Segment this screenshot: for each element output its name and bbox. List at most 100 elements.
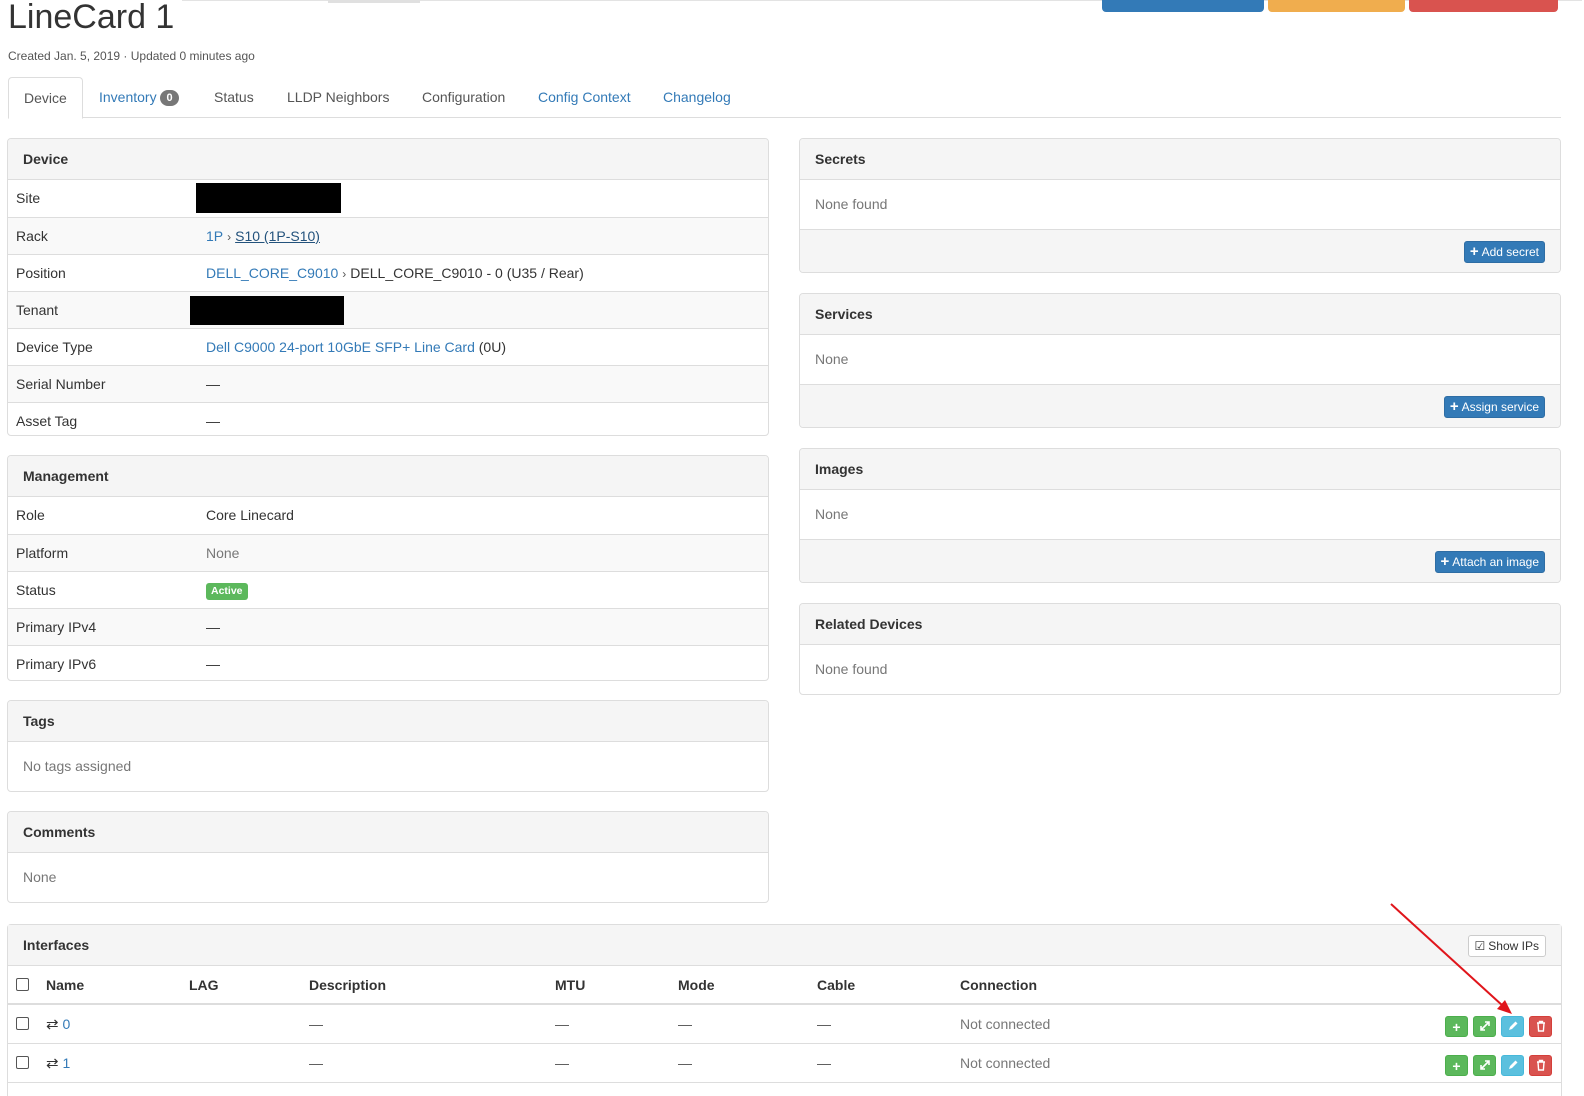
- tab-changelog[interactable]: Changelog: [648, 77, 746, 118]
- row-primary-ipv4: Primary IPv4 —: [8, 608, 768, 645]
- interface-link[interactable]: 0: [62, 1016, 70, 1032]
- tab-label: Inventory: [99, 89, 157, 105]
- tab-configuration[interactable]: Configuration: [407, 77, 520, 118]
- serial-label: Serial Number: [16, 376, 106, 392]
- column-header-name: Name: [46, 977, 85, 993]
- redacted-site: [196, 183, 341, 213]
- primary-ipv6-label: Primary IPv6: [16, 656, 97, 672]
- asset-tag-label: Asset Tag: [16, 413, 78, 429]
- panel-footer: + Add secret: [800, 229, 1560, 272]
- interface-arrows-icon: ⇄: [46, 1055, 59, 1072]
- role-link[interactable]: Core Linecard: [206, 497, 294, 533]
- rack-site-link[interactable]: 1P: [206, 228, 223, 244]
- edit-button[interactable]: [1501, 1055, 1524, 1076]
- checkbox-icon: ☑: [1474, 939, 1486, 953]
- tab-config-context[interactable]: Config Context: [523, 77, 646, 118]
- plus-icon: +: [1440, 553, 1450, 570]
- attach-image-button[interactable]: + Attach an image: [1434, 551, 1545, 573]
- column-header-cable: Cable: [817, 977, 856, 993]
- edit-button[interactable]: [1501, 1016, 1524, 1037]
- row-tenant: Tenant: [8, 291, 768, 328]
- status-value: Active: [206, 572, 248, 608]
- add-secret-button[interactable]: + Add secret: [1463, 241, 1545, 263]
- device-type-link[interactable]: Dell C9000 24-port 10GbE SFP+ Line Card: [206, 339, 475, 355]
- connect-button[interactable]: [1473, 1055, 1496, 1076]
- column-header-description: Description: [309, 977, 387, 993]
- platform-label: Platform: [16, 545, 69, 561]
- panel-heading: Tags: [8, 701, 768, 742]
- panel-heading: Management: [8, 456, 768, 497]
- row-device-type: Device Type Dell C9000 24-port 10GbE SFP…: [8, 328, 768, 365]
- tab-label: Status: [214, 89, 254, 105]
- position-text: DELL_CORE_C9010 - 0 (U35 / Rear): [350, 265, 584, 281]
- connect-icon: [1479, 1060, 1490, 1070]
- row-status: Status Active: [8, 571, 768, 608]
- description-cell: —: [309, 1055, 323, 1071]
- device-type-value: Dell C9000 24-port 10GbE SFP+ Line Card …: [206, 329, 506, 365]
- connect-button[interactable]: [1473, 1016, 1496, 1037]
- description-cell: —: [309, 1016, 323, 1032]
- rack-link[interactable]: S10 (1P-S10): [235, 228, 320, 244]
- top-action-button-warning[interactable]: [1268, 0, 1405, 12]
- tags-body: No tags assigned: [23, 758, 132, 774]
- tab-label: Device: [24, 90, 67, 106]
- images-body: None: [815, 506, 849, 522]
- top-tab-indicator: [328, 0, 420, 3]
- interface-link[interactable]: 1: [62, 1055, 70, 1071]
- button-label: Attach an image: [1452, 555, 1539, 569]
- assign-service-button[interactable]: + Assign service: [1443, 396, 1545, 418]
- show-ips-button[interactable]: ☑ Show IPs: [1467, 935, 1546, 957]
- select-all-checkbox[interactable]: [16, 978, 29, 991]
- trash-icon: [1536, 1059, 1545, 1071]
- role-label: Role: [16, 507, 45, 523]
- mtu-cell: —: [555, 1055, 569, 1071]
- tab-lldp-neighbors[interactable]: LLDP Neighbors: [272, 77, 404, 118]
- button-label: Show IPs: [1488, 939, 1539, 953]
- panel-heading: Device: [8, 139, 768, 180]
- row-role: Role Core Linecard: [8, 497, 768, 534]
- plus-icon: +: [1452, 1019, 1461, 1035]
- parent-device-link[interactable]: DELL_CORE_C9010: [206, 265, 338, 281]
- delete-button[interactable]: [1529, 1016, 1552, 1037]
- row-serial: Serial Number —: [8, 365, 768, 402]
- top-action-button-danger[interactable]: [1409, 0, 1558, 12]
- top-action-button-primary[interactable]: [1102, 0, 1264, 12]
- row-checkbox[interactable]: [16, 1017, 29, 1030]
- related-devices-body: None found: [815, 661, 888, 677]
- tenant-label: Tenant: [16, 302, 59, 318]
- add-ip-button[interactable]: +: [1445, 1055, 1468, 1076]
- mode-cell: —: [678, 1016, 692, 1032]
- tab-status[interactable]: Status: [199, 77, 269, 118]
- interfaces-panel: Interfaces ☑ Show IPs Name LAG Descriptio…: [7, 924, 1562, 1096]
- tab-label: LLDP Neighbors: [287, 89, 390, 105]
- connection-cell: Not connected: [960, 1016, 1051, 1032]
- plus-icon: +: [1452, 1058, 1461, 1074]
- position-label: Position: [16, 265, 66, 281]
- column-header-connection: Connection: [960, 977, 1037, 993]
- tab-device[interactable]: Device: [8, 77, 83, 119]
- connect-icon: [1479, 1021, 1490, 1031]
- column-header-mtu: MTU: [555, 977, 586, 993]
- site-label: Site: [16, 190, 41, 206]
- device-type-suffix: (0U): [478, 339, 506, 355]
- panel-heading: Related Devices: [800, 604, 1560, 645]
- add-ip-button[interactable]: +: [1445, 1016, 1468, 1037]
- platform-value: None: [206, 545, 240, 561]
- tab-label: Configuration: [422, 89, 506, 105]
- row-checkbox[interactable]: [16, 1056, 29, 1069]
- column-header-mode: Mode: [678, 977, 715, 993]
- connection-cell: Not connected: [960, 1055, 1051, 1071]
- breadcrumb-separator: ›: [342, 267, 347, 281]
- tab-inventory[interactable]: Inventory 0: [84, 77, 194, 118]
- pencil-icon: [1508, 1021, 1517, 1030]
- status-label: Status: [16, 582, 56, 598]
- services-panel: Services None + Assign service: [799, 293, 1561, 428]
- page-meta: Created Jan. 5, 2019 · Updated 0 minutes…: [8, 49, 255, 63]
- rack-label: Rack: [16, 228, 48, 244]
- secrets-panel: Secrets None found + Add secret: [799, 138, 1561, 273]
- plus-icon: +: [1449, 398, 1459, 415]
- delete-button[interactable]: [1529, 1055, 1552, 1076]
- cable-cell: —: [817, 1055, 831, 1071]
- interface-name: ⇄ 0: [46, 1005, 70, 1044]
- panel-footer: + Assign service: [800, 384, 1560, 427]
